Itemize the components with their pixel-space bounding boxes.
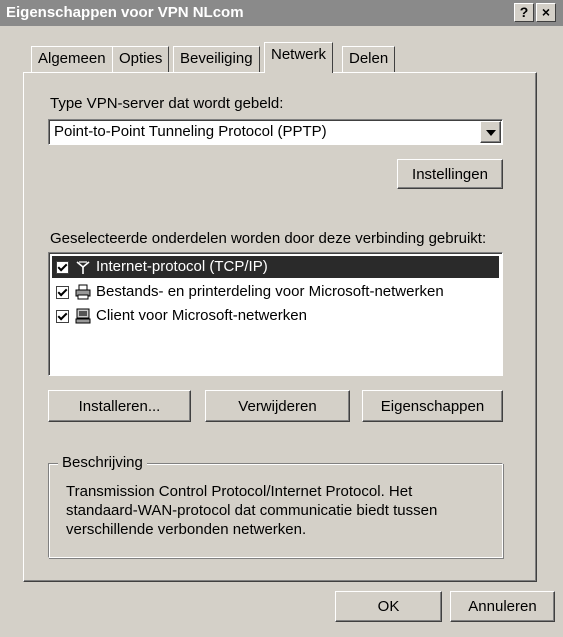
cancel-button[interactable]: Annuleren	[450, 591, 555, 622]
tab-beveiliging[interactable]: Beveiliging	[173, 46, 260, 72]
list-item-label: Internet-protocol (TCP/IP)	[96, 258, 268, 275]
install-button[interactable]: Installeren...	[48, 390, 191, 422]
file-printer-sharing-icon	[75, 284, 91, 300]
list-item-label: Client voor Microsoft-netwerken	[96, 307, 307, 324]
tab-algemeen[interactable]: Algemeen	[31, 46, 113, 72]
list-item-network-client[interactable]: Client voor Microsoft-netwerken	[52, 305, 499, 327]
tab-opties[interactable]: Opties	[112, 46, 170, 72]
list-item-tcpip[interactable]: Internet-protocol (TCP/IP)	[52, 256, 499, 278]
tab-delen[interactable]: Delen	[342, 46, 396, 72]
list-item-file-printer-sharing[interactable]: Bestands- en printerdeling voor Microsof…	[52, 281, 499, 303]
help-button[interactable]: ?	[514, 3, 534, 22]
tab-netwerk[interactable]: Netwerk	[264, 42, 334, 73]
dropdown-arrow-icon[interactable]	[480, 121, 501, 143]
vpn-type-value: Point-to-Point Tunneling Protocol (PPTP)	[54, 123, 327, 140]
vpn-type-label: Type VPN-server dat wordt gebeld:	[50, 95, 284, 112]
ok-button[interactable]: OK	[335, 591, 442, 622]
checkbox-network-client[interactable]	[56, 310, 69, 323]
window-title: Eigenschappen voor VPN NLcom	[6, 4, 244, 21]
network-protocol-icon	[76, 261, 90, 274]
properties-button[interactable]: Eigenschappen	[362, 390, 503, 422]
description-text: Transmission Control Protocol/Internet P…	[66, 483, 438, 538]
network-client-icon	[75, 308, 91, 324]
list-item-label: Bestands- en printerdeling voor Microsof…	[96, 283, 444, 300]
description-legend: Beschrijving	[58, 454, 147, 471]
settings-button[interactable]: Instellingen	[397, 159, 503, 189]
close-button[interactable]: ×	[536, 3, 556, 22]
checkbox-file-printer-sharing[interactable]	[56, 286, 69, 299]
checkbox-tcpip[interactable]	[56, 261, 69, 274]
remove-button[interactable]: Verwijderen	[205, 390, 350, 422]
components-label: Geselecteerde onderdelen worden door dez…	[50, 230, 487, 247]
